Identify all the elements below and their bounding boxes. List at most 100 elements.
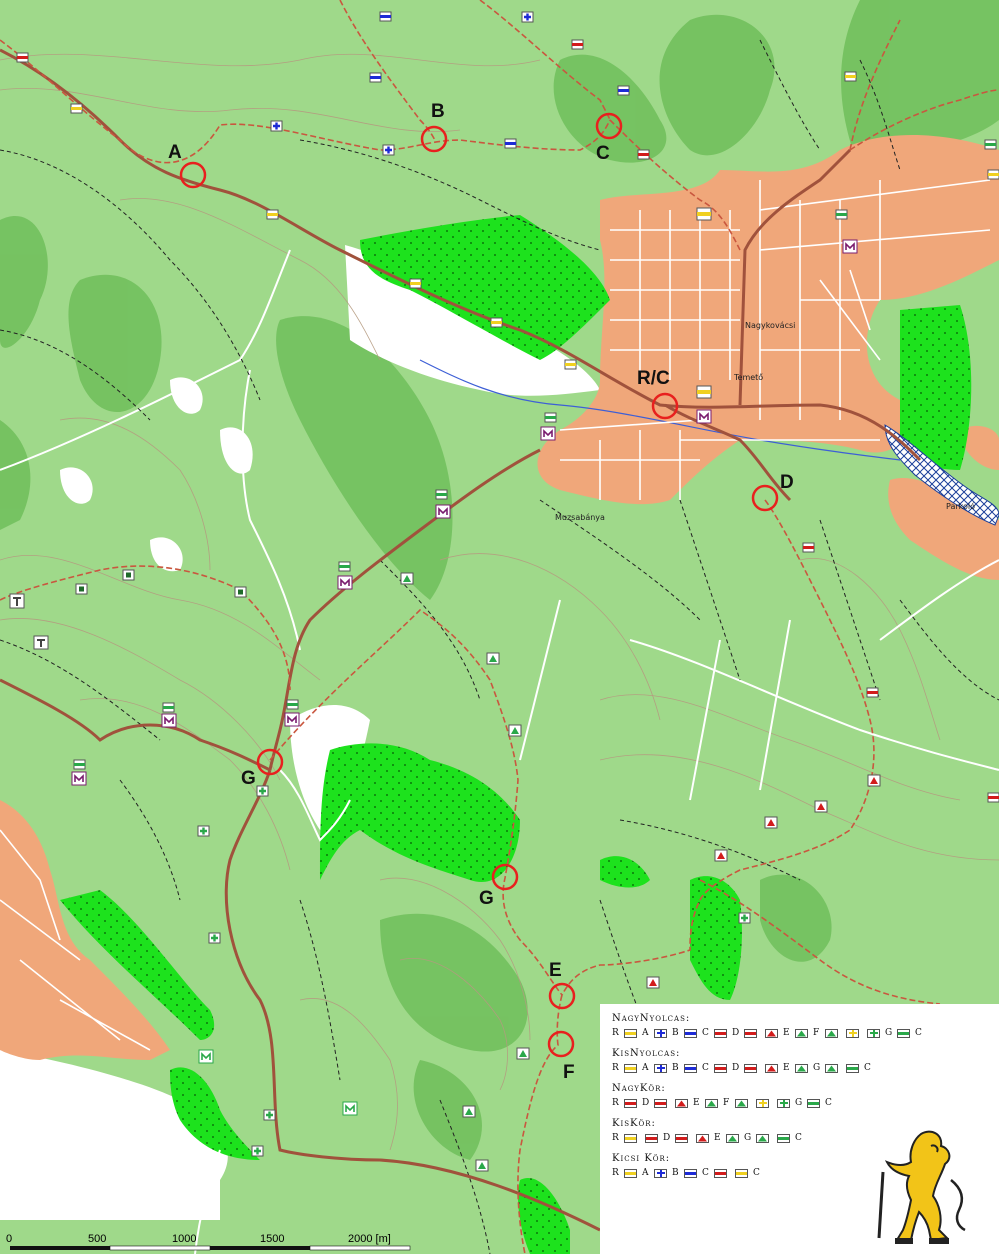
red-bar-marker-icon [675, 1133, 688, 1143]
legend-checkpoint: E [693, 1098, 700, 1108]
blue-cross-marker-icon [654, 1168, 667, 1178]
legend-checkpoint: C [702, 1168, 709, 1178]
place-name: Temető [733, 373, 763, 382]
red-bar-marker-icon [624, 1098, 637, 1108]
red-bar-marker-icon [714, 1168, 727, 1178]
yellow-marker-icon [624, 1063, 637, 1073]
legend-checkpoint: E [783, 1063, 790, 1073]
legend-checkpoint: B [672, 1168, 679, 1178]
blue-bar-marker-icon [684, 1168, 697, 1178]
checkpoint-label-a: A [168, 142, 182, 163]
legend-checkpoint: G [885, 1028, 893, 1038]
green-tri-marker-icon [795, 1028, 808, 1038]
green-tri-marker-icon [825, 1063, 838, 1073]
scale-tick-label: 2000 [m] [348, 1233, 391, 1245]
legend-route-title: NagyKör: [612, 1083, 666, 1094]
legend-checkpoint: C [702, 1063, 709, 1073]
legend-route-sequence: RDEFGC [612, 1094, 999, 1112]
yellow-marker-icon [624, 1133, 637, 1143]
green-tri-marker-icon [705, 1098, 718, 1108]
legend-checkpoint: R [612, 1168, 619, 1178]
red-tri-marker-icon [765, 1063, 778, 1073]
legend-checkpoint: A [642, 1028, 649, 1038]
checkpoint-label-e: E [549, 960, 562, 981]
green-cross-marker-icon [777, 1098, 790, 1108]
legend-checkpoint: C [795, 1133, 802, 1143]
red-tri-marker-icon [765, 1028, 778, 1038]
legend-checkpoint: G [813, 1063, 821, 1073]
green-bar-marker-icon [846, 1063, 859, 1073]
legend-checkpoint: F [723, 1098, 730, 1108]
legend-checkpoint: C [753, 1168, 760, 1178]
legend-checkpoint: R [612, 1098, 619, 1108]
red-tri-marker-icon [675, 1098, 688, 1108]
scale-tick-label: 1500 [260, 1233, 284, 1245]
legend-checkpoint: B [672, 1028, 679, 1038]
blue-cross-marker-icon [654, 1063, 667, 1073]
red-bar-marker-icon [654, 1098, 667, 1108]
legend-checkpoint: G [744, 1133, 752, 1143]
legend-checkpoint: C [825, 1098, 832, 1108]
place-name: Muzsabánya [555, 513, 605, 522]
yellow-cross-marker-icon [846, 1028, 859, 1038]
legend-checkpoint: R [612, 1133, 619, 1143]
yellow-cross-marker-icon [756, 1098, 769, 1108]
green-bar-marker-icon [777, 1133, 790, 1143]
legend-checkpoint: B [672, 1063, 679, 1073]
red-bar-marker-icon [744, 1063, 757, 1073]
blue-bar-marker-icon [684, 1063, 697, 1073]
checkpoint-label-c: C [596, 143, 610, 164]
legend-checkpoint: F [813, 1028, 820, 1038]
legend-checkpoint: A [642, 1063, 649, 1073]
legend-checkpoint: D [642, 1098, 650, 1108]
legend-route-title: NagyNyolcas: [612, 1013, 691, 1024]
hiker-lion-icon [877, 1130, 966, 1244]
red-tri-marker-icon [696, 1133, 709, 1143]
yellow-marker-icon [624, 1168, 637, 1178]
place-name: Nagykovácsi [745, 321, 795, 330]
legend-checkpoint: E [783, 1028, 790, 1038]
green-tri-marker-icon [756, 1133, 769, 1143]
legend-checkpoint: R [612, 1063, 619, 1073]
legend-checkpoint: D [663, 1133, 671, 1143]
checkpoint-label-g1: G [241, 768, 256, 789]
green-tri-marker-icon [795, 1063, 808, 1073]
route-legend: NagyNyolcas: R A B C D E F G C KisNyolcas: R A B C D E G C… [600, 1004, 999, 1254]
legend-route-title: KisNyolcas: [612, 1048, 681, 1059]
checkpoint-label-b: B [431, 101, 445, 122]
blue-bar-marker-icon [684, 1028, 697, 1038]
yellow-marker-icon [735, 1168, 748, 1178]
legend-checkpoint: A [642, 1168, 649, 1178]
legend-checkpoint: E [714, 1133, 721, 1143]
checkpoint-label-rc: R/C [637, 368, 670, 389]
checkpoint-label-d: D [780, 472, 794, 493]
blue-cross-marker-icon [654, 1028, 667, 1038]
legend-checkpoint: C [864, 1063, 871, 1073]
green-tri-marker-icon [825, 1028, 838, 1038]
legend-checkpoint: D [732, 1028, 740, 1038]
green-bar-marker-icon [807, 1098, 820, 1108]
yellow-marker-icon [624, 1028, 637, 1038]
legend-checkpoint: C [915, 1028, 922, 1038]
green-cross-marker-icon [867, 1028, 880, 1038]
scale-tick-label: 500 [88, 1233, 106, 1245]
red-bar-marker-icon [714, 1028, 727, 1038]
checkpoint-label-f: F [563, 1062, 575, 1083]
green-tri-marker-icon [735, 1098, 748, 1108]
checkpoint-label-g2: G [479, 888, 494, 909]
green-tri-marker-icon [726, 1133, 739, 1143]
legend-checkpoint: G [795, 1098, 803, 1108]
green-bar-marker-icon [897, 1028, 910, 1038]
legend-route-sequence: RABCDEGC [612, 1059, 999, 1077]
scale-tick-label: 1000 [172, 1233, 196, 1245]
red-bar-marker-icon [714, 1063, 727, 1073]
scale-bar: 0 500 1000 1500 2000 [m] [6, 1233, 411, 1251]
legend-checkpoint: C [702, 1028, 709, 1038]
scale-tick-label: 0 [6, 1233, 12, 1245]
legend-checkpoint: D [732, 1063, 740, 1073]
place-name: Parkoló [946, 501, 975, 511]
red-bar-marker-icon [645, 1133, 658, 1143]
legend-route-sequence: RABCDEFGC [612, 1024, 999, 1042]
legend-checkpoint: R [612, 1028, 619, 1038]
red-bar-marker-icon [744, 1028, 757, 1038]
